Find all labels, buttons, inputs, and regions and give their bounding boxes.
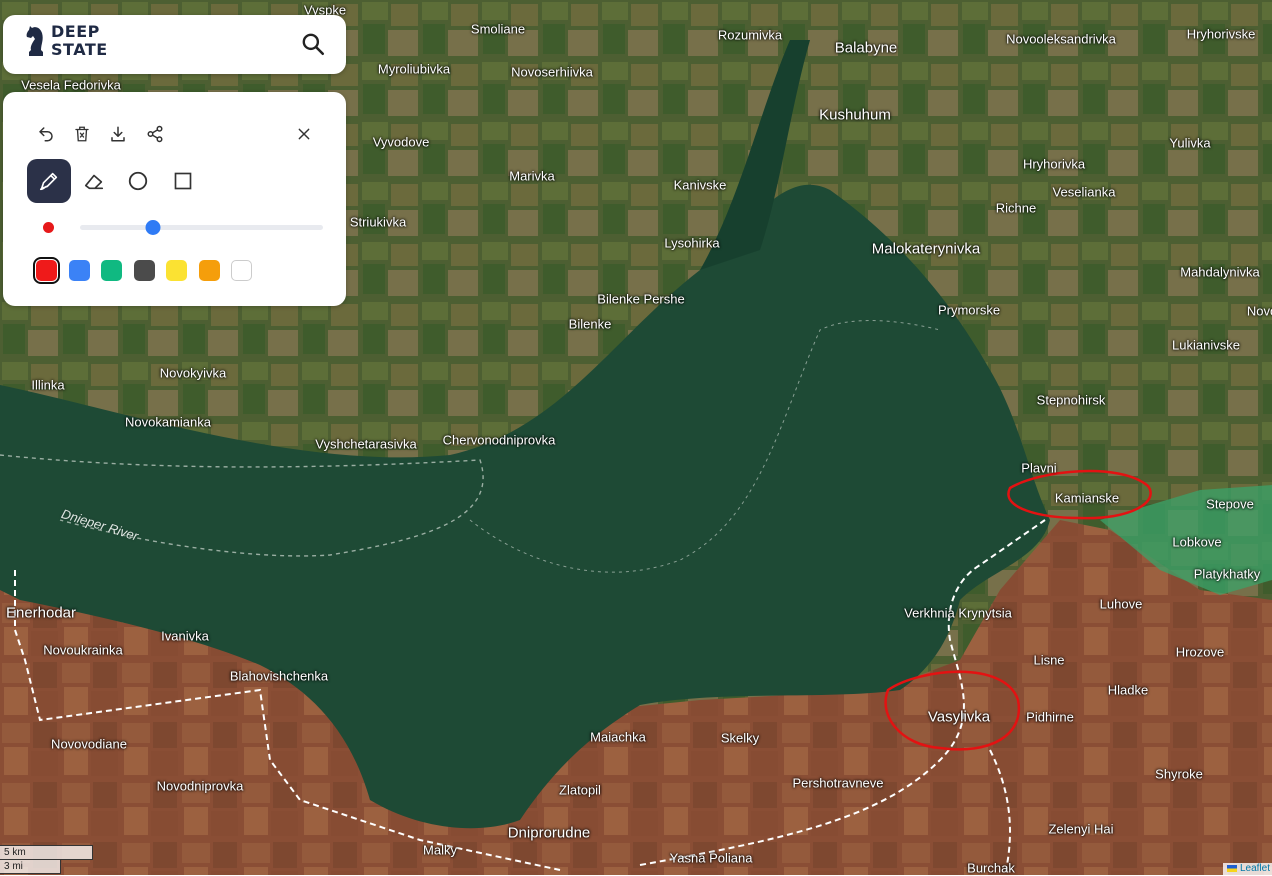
place-label: Richne [995,200,1037,216]
place-label: Yasna Poliana [669,850,753,866]
search-icon[interactable] [300,31,326,57]
square-icon[interactable] [161,159,205,203]
place-label: Hrozove [1175,644,1225,660]
attribution-link[interactable]: Leaflet [1222,863,1272,875]
place-label: Ivanivka [161,628,209,644]
place-label: Pershotravneve [792,775,884,791]
place-label: Veselianka [1052,184,1116,200]
logo-line2: STATE [51,40,108,59]
place-label: Yulivka [1169,135,1211,151]
header-panel: DEEP STATE [3,15,346,74]
place-label: Burchak [967,860,1015,876]
close-icon[interactable] [292,122,316,146]
place-label: Vesela Fedorivka [21,77,121,93]
place-label: Rozumivka [717,27,783,43]
place-label: Malokaterynivka [871,240,981,258]
circle-icon[interactable] [116,159,160,203]
place-label: Prymorske [937,302,1001,318]
place-label: Pidhirne [1026,709,1074,725]
eraser-icon[interactable] [72,159,116,203]
place-label: Lukianivske [1172,337,1240,353]
place-label: Novoserhiivka [511,64,593,80]
place-label: Mahdalynivka [1180,264,1260,280]
place-label: Illinka [31,377,65,393]
place-label: Enerhodar [5,604,77,622]
place-label: Novovodiane [51,736,127,752]
place-label: Hladke [1107,682,1149,698]
place-label: Plavni [1021,460,1057,476]
place-label: Stepnohirsk [1036,392,1106,408]
place-label: Novokyivka [159,365,227,381]
place-label: Luhove [1099,596,1143,612]
place-label: Lisne [1033,652,1065,668]
place-label: Novoukrainka [43,642,123,658]
place-label: Novooleksandrivka [1006,31,1116,47]
place-label: Zlatopil [559,782,601,798]
deepstate-logo[interactable]: DEEP STATE [25,23,108,59]
place-label: Shyroke [1155,766,1203,782]
place-label: Platykhatky [1193,566,1261,582]
place-label: Blahovishchenka [229,668,329,684]
knight-icon [26,26,43,56]
color-swatch[interactable] [33,257,60,284]
place-label: Vyvodove [372,134,430,150]
place-label: Kushuhum [819,106,891,124]
logo-line1: DEEP [51,22,100,41]
color-swatch[interactable] [166,260,187,281]
download-icon[interactable] [106,122,130,146]
color-swatch[interactable] [68,260,90,281]
place-label: Novo [1246,303,1272,319]
place-label: Chervonodniprovka [442,432,556,448]
color-swatch[interactable] [133,260,155,281]
place-label: Lobkove [1172,534,1222,550]
place-label: Myroliubivka [377,61,451,77]
place-label: Vyshchetarasivka [315,436,417,452]
color-swatch[interactable] [231,260,252,281]
brush-size-knob[interactable] [145,220,161,235]
place-label: Balabyne [834,39,898,57]
place-label: Vasylivka [927,708,991,726]
place-label: Marivka [509,168,555,184]
place-label: Kanivske [673,177,727,193]
place-label: Verkhnia Krynytsia [904,605,1012,621]
place-label: Hryhorivske [1186,26,1256,42]
place-label: Zelenyi Hai [1048,821,1114,837]
place-label: Maiachka [590,729,646,745]
place-label: Bilenke [568,316,612,332]
brush-preview [43,222,54,233]
undo-icon[interactable] [34,122,58,146]
color-swatch[interactable] [101,260,122,281]
pen-icon[interactable] [27,159,71,203]
place-label: Novodniprovka [156,778,244,794]
place-label: Smoliane [470,21,526,37]
place-label: Striukivka [349,214,407,230]
draw-toolbar [3,92,346,306]
delete-icon[interactable] [70,122,94,146]
scale-mi: 3 mi [0,859,61,874]
color-swatch[interactable] [198,260,220,281]
place-label: Bilenke Pershe [597,291,685,307]
scale-km: 5 km [0,845,93,860]
place-label: Lysohirka [664,235,720,251]
place-label: Hryhorivka [1022,156,1086,172]
brush-size-slider[interactable] [80,220,323,235]
place-label: Dniprorudne [507,824,591,842]
place-label: Malky [423,842,457,858]
place-label: Stepove [1206,496,1254,512]
place-label: Skelky [720,730,760,746]
share-icon[interactable] [143,122,167,146]
place-label: Kamianske [1054,490,1120,506]
place-label: Novokamianka [125,414,211,430]
